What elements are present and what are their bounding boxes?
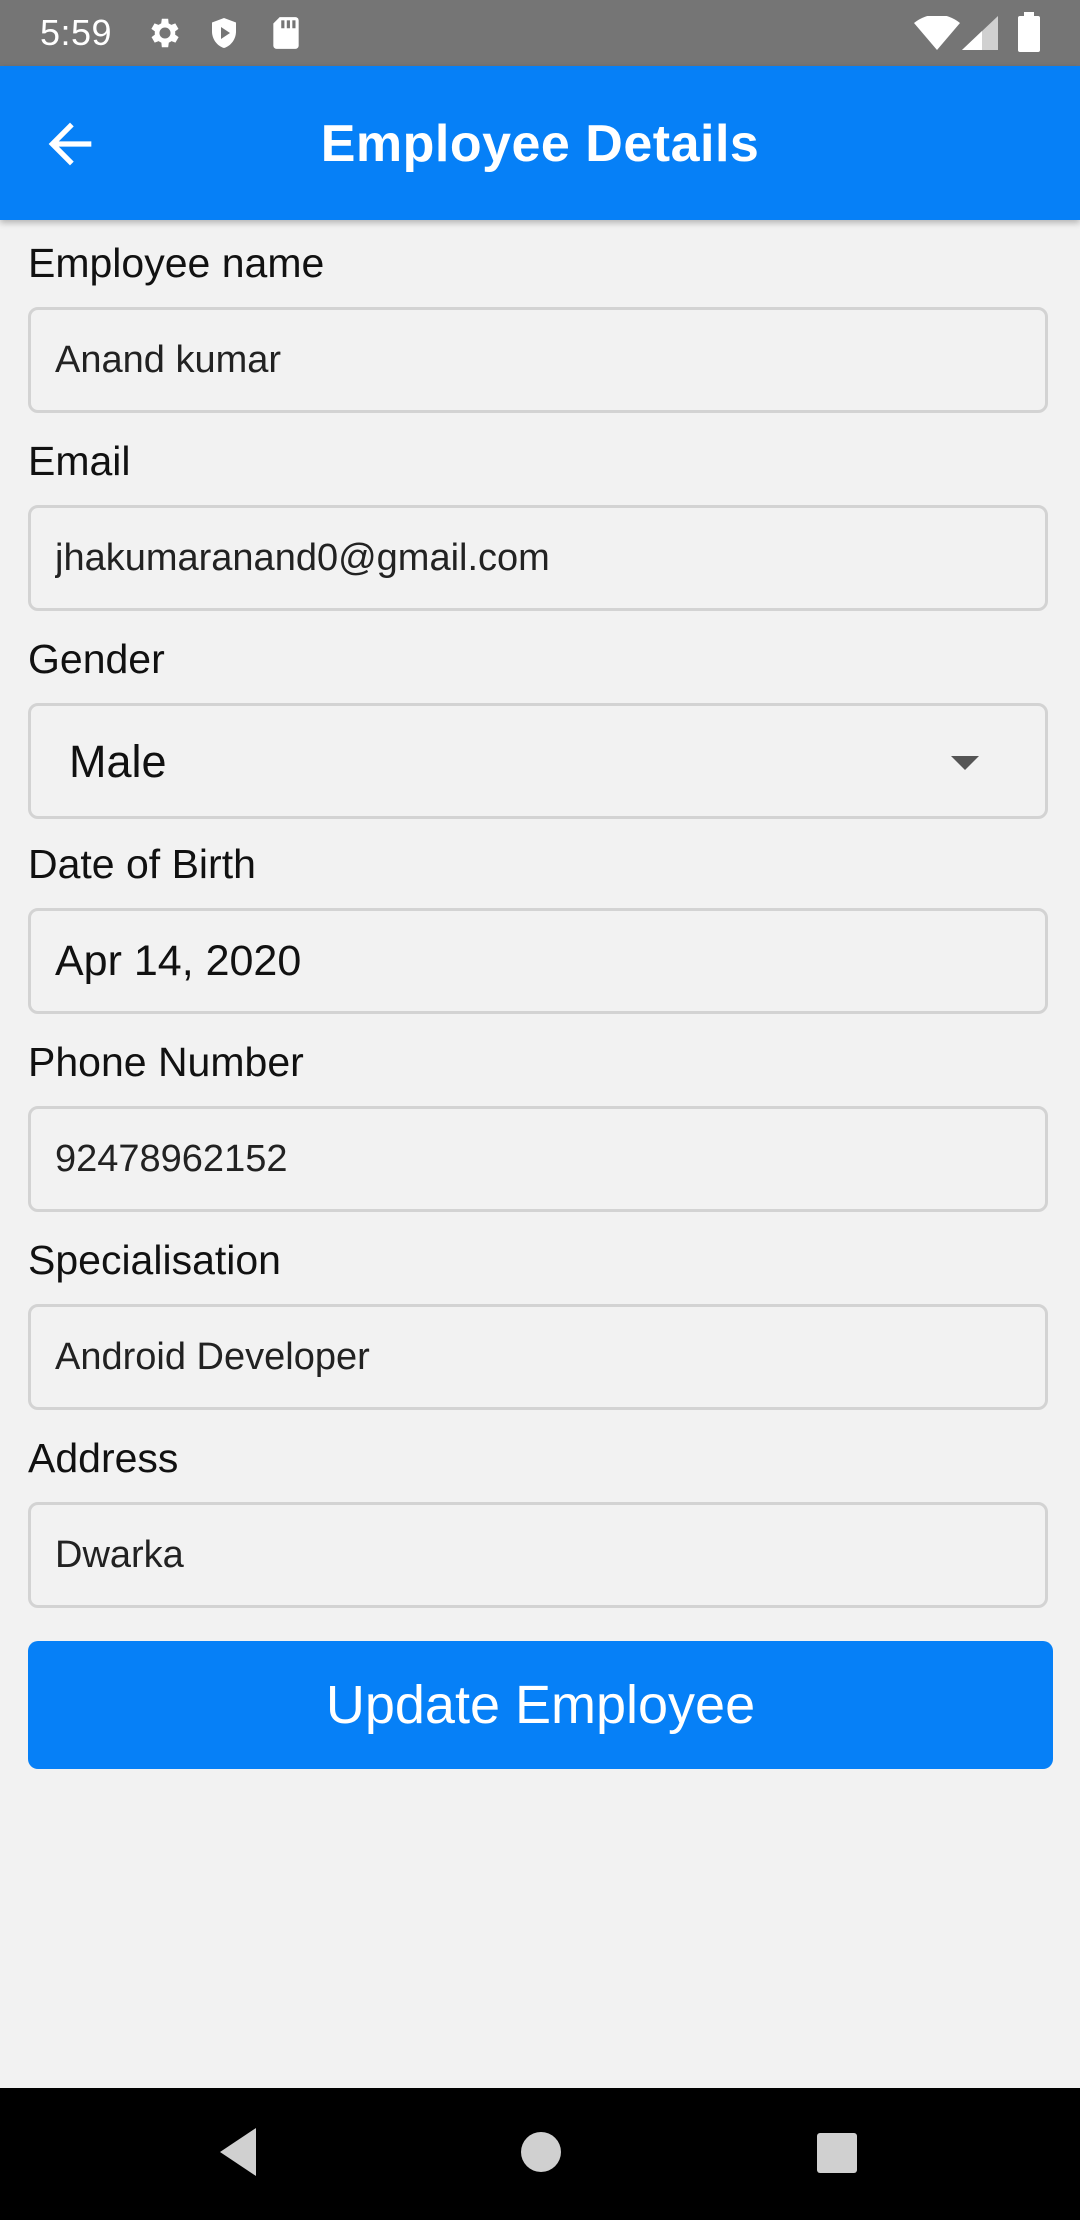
email-input[interactable] xyxy=(55,508,1021,608)
recents-square-icon[interactable] xyxy=(816,2132,858,2174)
email-field xyxy=(28,505,1048,611)
gender-label: Gender xyxy=(28,636,165,682)
address-field xyxy=(28,1502,1048,1608)
status-bar: 5:59 xyxy=(0,0,1080,66)
employee-name-label: Employee name xyxy=(28,240,325,286)
address-label: Address xyxy=(28,1435,179,1481)
wifi-icon xyxy=(914,16,960,50)
specialisation-label: Specialisation xyxy=(28,1237,281,1283)
shield-icon xyxy=(212,18,236,48)
specialisation-input[interactable] xyxy=(55,1307,1021,1407)
email-label: Email xyxy=(28,438,131,484)
dob-input[interactable] xyxy=(55,911,1021,1011)
specialisation-field xyxy=(28,1304,1048,1410)
phone-input[interactable] xyxy=(55,1109,1021,1209)
back-triangle-icon[interactable] xyxy=(216,2126,260,2178)
sd-card-icon xyxy=(273,17,299,49)
signal-icon xyxy=(962,16,998,50)
dob-field xyxy=(28,908,1048,1014)
chevron-down-icon xyxy=(951,756,979,770)
battery-icon xyxy=(1018,12,1040,52)
gender-selected-value: Male xyxy=(69,736,167,787)
page-title: Employee Details xyxy=(320,115,760,173)
gear-icon xyxy=(151,18,179,48)
phone-label: Phone Number xyxy=(28,1039,304,1085)
dob-label: Date of Birth xyxy=(28,841,256,887)
phone-field xyxy=(28,1106,1048,1212)
app-bar: Employee Details xyxy=(0,66,1080,220)
employee-name-input[interactable] xyxy=(55,310,1021,410)
home-circle-icon[interactable] xyxy=(519,2130,563,2174)
gender-select[interactable]: Male xyxy=(28,703,1048,819)
update-employee-button[interactable]: Update Employee xyxy=(28,1641,1053,1769)
address-input[interactable] xyxy=(55,1505,1021,1605)
employee-name-field xyxy=(28,307,1048,413)
navigation-bar xyxy=(0,2088,1080,2220)
status-time: 5:59 xyxy=(40,12,113,53)
